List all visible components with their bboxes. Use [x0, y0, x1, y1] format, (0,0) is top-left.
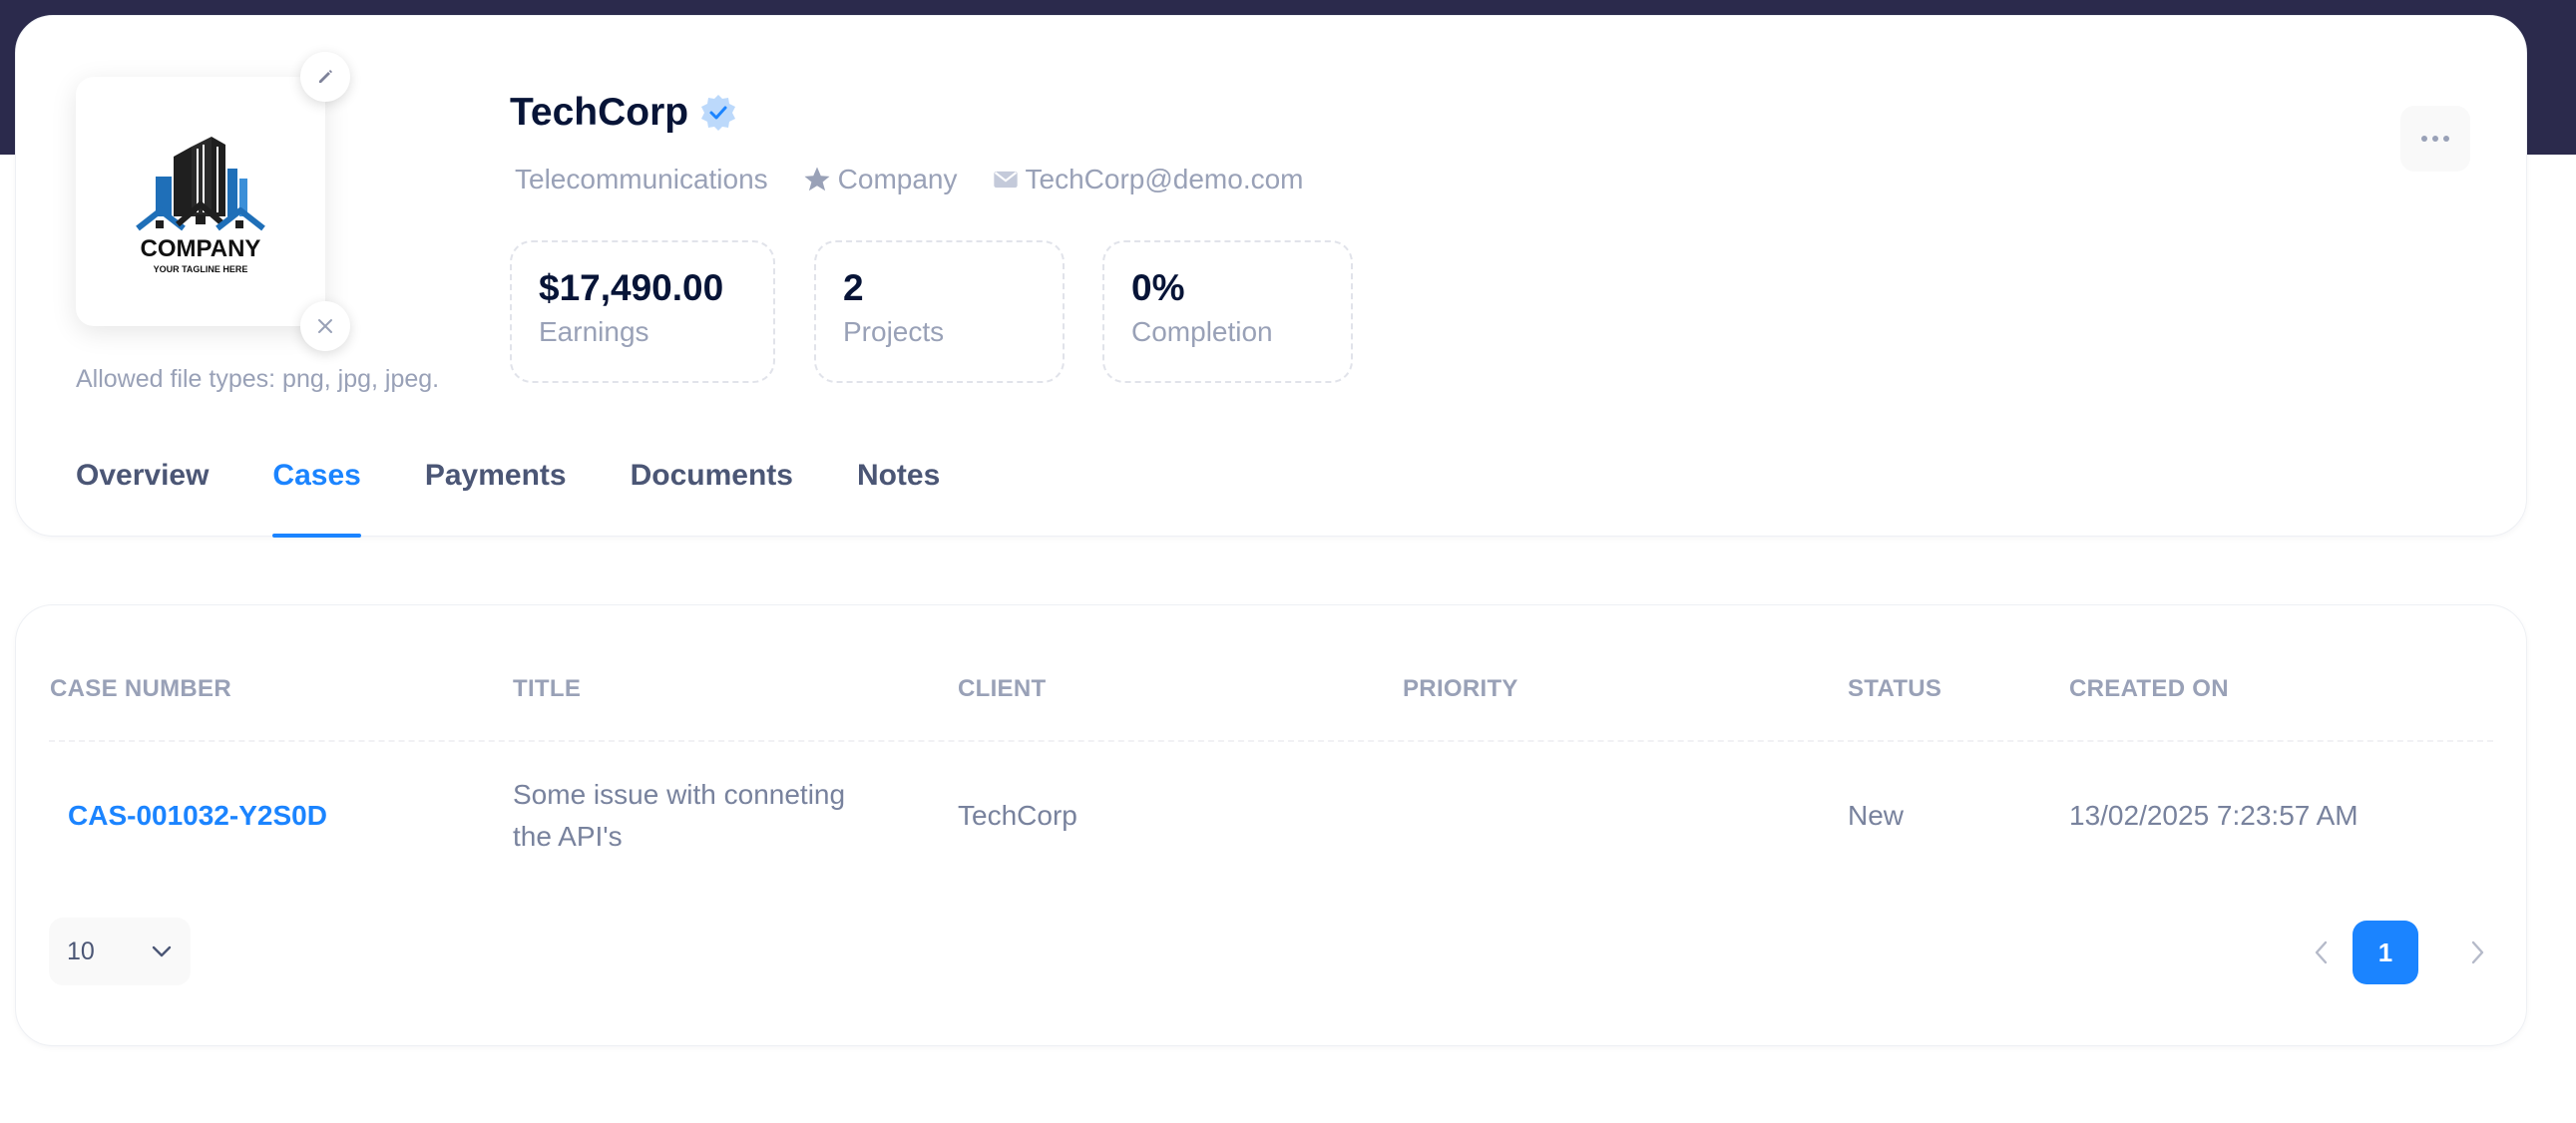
page-size-value: 10 — [67, 936, 95, 965]
column-header-status[interactable]: STATUS — [1848, 675, 1941, 703]
more-actions-button[interactable] — [2400, 106, 2470, 172]
company-type-label: Company — [837, 164, 958, 194]
svg-text:YOUR TAGLINE HERE: YOUR TAGLINE HERE — [154, 264, 248, 274]
verified-badge-icon — [701, 95, 736, 131]
case-title-line: the API's — [513, 821, 623, 852]
stat-earnings: $17,490.00 Earnings — [510, 240, 775, 383]
profile-card: COMPANY YOUR TAGLINE HERE Allowed file t… — [15, 15, 2527, 538]
pencil-icon — [319, 70, 332, 83]
company-logo: COMPANY YOUR TAGLINE HERE — [76, 77, 325, 326]
case-client: TechCorp — [958, 800, 1077, 831]
page-size-select[interactable]: 10 — [49, 918, 191, 985]
stat-label: Earnings — [539, 316, 649, 348]
company-logo-image: COMPANY YOUR TAGLINE HERE — [136, 137, 265, 274]
company-email-label: TechCorp@demo.com — [1025, 164, 1304, 194]
stat-value: 0% — [1131, 267, 1185, 308]
tab-cases[interactable]: Cases — [272, 455, 362, 538]
column-header-title[interactable]: TITLE — [513, 675, 581, 703]
company-email[interactable]: TechCorp@demo.com — [992, 164, 1304, 195]
chevron-down-icon — [152, 945, 172, 957]
column-header-created-on[interactable]: CREATED ON — [2069, 675, 2229, 703]
close-icon — [318, 319, 332, 333]
chevron-left-icon — [2315, 940, 2328, 964]
ellipsis-icon — [2421, 136, 2449, 142]
edit-logo-button[interactable] — [300, 52, 350, 102]
tab-payments[interactable]: Payments — [425, 455, 567, 538]
case-title-line: Some issue with conneting — [513, 779, 846, 810]
stat-label: Completion — [1131, 316, 1273, 348]
previous-page-button[interactable] — [2304, 923, 2340, 982]
column-header-client[interactable]: CLIENT — [958, 675, 1046, 703]
stat-label: Projects — [843, 316, 945, 348]
case-title: Some issue with conneting the API's — [513, 774, 932, 858]
envelope-icon — [993, 171, 1018, 188]
header-divider — [49, 740, 2493, 742]
column-header-case-number[interactable]: CASE NUMBER — [50, 675, 231, 703]
company-name-row: TechCorp — [510, 91, 738, 135]
tab-documents[interactable]: Documents — [631, 455, 793, 538]
page-1-button[interactable]: 1 — [2353, 921, 2418, 984]
chevron-right-icon — [2471, 940, 2484, 964]
stat-completion: 0% Completion — [1102, 240, 1353, 383]
column-header-priority[interactable]: PRIORITY — [1403, 675, 1518, 703]
profile-tabs: Overview Cases Payments Documents Notes — [76, 455, 1004, 538]
tab-notes[interactable]: Notes — [857, 455, 940, 538]
industry-label: Telecommunications — [515, 164, 768, 194]
svg-text:COMPANY: COMPANY — [141, 235, 261, 262]
cases-table-card: CASE NUMBER TITLE CLIENT PRIORITY STATUS… — [15, 604, 2527, 1046]
tab-overview[interactable]: Overview — [76, 455, 209, 538]
star-icon — [804, 167, 830, 191]
allowed-file-types-hint: Allowed file types: png, jpg, jpeg. — [76, 365, 440, 393]
next-page-button[interactable] — [2459, 923, 2495, 982]
stat-value: $17,490.00 — [539, 267, 724, 308]
company-meta: Telecommunications Company TechCorp@demo… — [515, 164, 1338, 195]
stat-projects: 2 Projects — [814, 240, 1065, 383]
case-status: New — [1848, 800, 1905, 831]
company-type: Company — [802, 164, 958, 195]
stat-value: 2 — [843, 267, 864, 308]
case-number-link[interactable]: CAS-001032-Y2S0D — [68, 795, 327, 837]
case-created-on: 13/02/2025 7:23:57 AM — [2069, 800, 2359, 831]
company-name: TechCorp — [510, 91, 689, 134]
remove-logo-button[interactable] — [300, 301, 350, 351]
